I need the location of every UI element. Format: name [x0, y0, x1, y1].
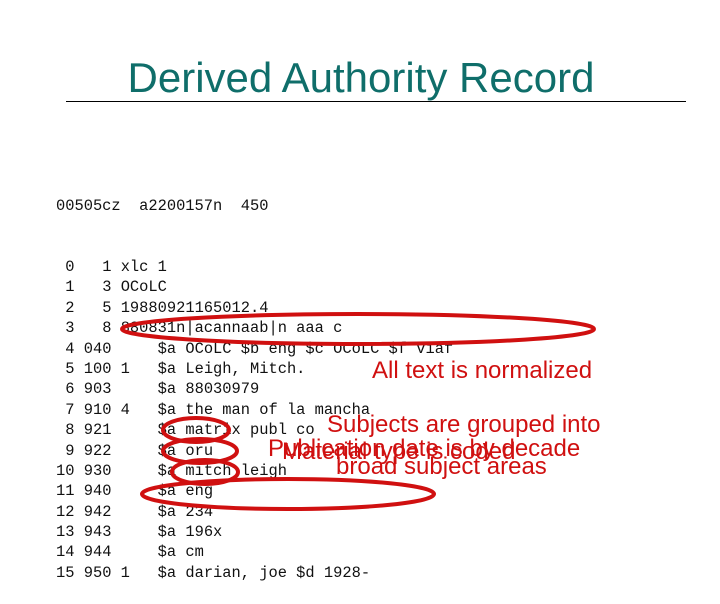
title-divider: [66, 101, 686, 102]
field-indicator: [111, 462, 129, 480]
field-indicator: [111, 442, 129, 460]
field-content: $a oru: [157, 441, 214, 460]
field-indicator: [111, 380, 129, 398]
field-tag: 944: [74, 543, 112, 562]
slide-title-text: Derived Authority Record: [127, 54, 595, 101]
field-index: 11: [56, 482, 75, 501]
field-content: $a 196x: [157, 523, 223, 542]
field-index: 1: [56, 278, 75, 297]
field-index: 2: [56, 298, 75, 317]
field-row: 13 943 $a 196x: [56, 522, 453, 542]
field-row: 3 8 880831n|acannaab|n aaa c: [56, 318, 453, 338]
field-tag: 930: [74, 461, 112, 480]
field-content: $a eng: [157, 482, 214, 501]
field-index: 7: [56, 400, 75, 419]
field-index: 0: [56, 258, 75, 277]
field-content: $a OCoLC $b eng $c OCoLC $f viaf: [157, 339, 454, 358]
field-row: 1 3 OCoLC: [56, 277, 453, 297]
field-indicator: 1: [111, 359, 130, 378]
field-index: 10: [56, 461, 75, 480]
slide-title: Derived Authority Record: [0, 54, 720, 102]
field-content: 880831n|acannaab|n aaa c: [120, 319, 343, 338]
note-subjects-line2: broad subject areas: [336, 453, 547, 480]
field-tag: 943: [74, 523, 112, 542]
field-indicator: [111, 503, 129, 521]
field-content: 19880921165012.4: [120, 298, 269, 317]
field-tag: 942: [74, 502, 112, 521]
field-content: $a 88030979: [157, 380, 260, 399]
field-row: 14 944 $a cm: [56, 542, 453, 562]
field-indicator: [111, 340, 129, 358]
field-row: 4 040 $a OCoLC $b eng $c OCoLC $f viaf: [56, 339, 453, 359]
field-tag: 921: [74, 421, 112, 440]
field-tag: 950: [74, 563, 112, 582]
field-content: $a mitch leigh: [157, 461, 287, 480]
field-tag: 5: [74, 298, 112, 317]
field-index: 3: [56, 319, 75, 338]
field-tag: 910: [74, 400, 112, 419]
field-row: 12 942 $a 234: [56, 502, 453, 522]
field-indicator: 1: [111, 563, 130, 582]
field-index: 5: [56, 359, 75, 378]
field-content: $a Leigh, Mitch.: [157, 359, 306, 378]
leader-line: 00505cz a2200157n 450: [56, 196, 269, 215]
field-content: $a 234: [157, 502, 214, 521]
field-tag: 100: [74, 359, 112, 378]
field-row: 15 950 1 $a darian, joe $d 1928-: [56, 563, 453, 583]
field-content: OCoLC: [120, 278, 167, 297]
field-index: 4: [56, 339, 75, 358]
field-index: 12: [56, 502, 75, 521]
field-tag: 3: [74, 278, 112, 297]
field-tag: 940: [74, 482, 112, 501]
field-index: 14: [56, 543, 75, 562]
field-row: 2 5 19880921165012.4: [56, 298, 453, 318]
field-index: 9: [56, 441, 75, 460]
field-row: 11 940 $a eng: [56, 481, 453, 501]
field-row: 0 1 xlc 1: [56, 257, 453, 277]
field-indicator: [111, 421, 129, 439]
field-index: 6: [56, 380, 75, 399]
field-indicator: [111, 523, 129, 541]
field-indicator: [111, 482, 129, 500]
field-tag: 040: [74, 339, 112, 358]
field-index: 13: [56, 523, 75, 542]
field-indicator: [111, 543, 129, 561]
field-index: 8: [56, 421, 75, 440]
field-tag: 1: [74, 258, 112, 277]
field-tag: 8: [74, 319, 112, 338]
field-tag: 922: [74, 441, 112, 460]
note-normalized: All text is normalized: [372, 357, 593, 384]
field-indicator: 4: [111, 400, 130, 419]
field-index: 15: [56, 563, 75, 582]
note-subjects-line1: Subjects are grouped into: [327, 411, 601, 438]
field-tag: 903: [74, 380, 112, 399]
field-content: $a cm: [157, 543, 204, 562]
field-content: xlc 1: [120, 258, 167, 277]
field-content: $a darian, joe $d 1928-: [157, 563, 371, 582]
